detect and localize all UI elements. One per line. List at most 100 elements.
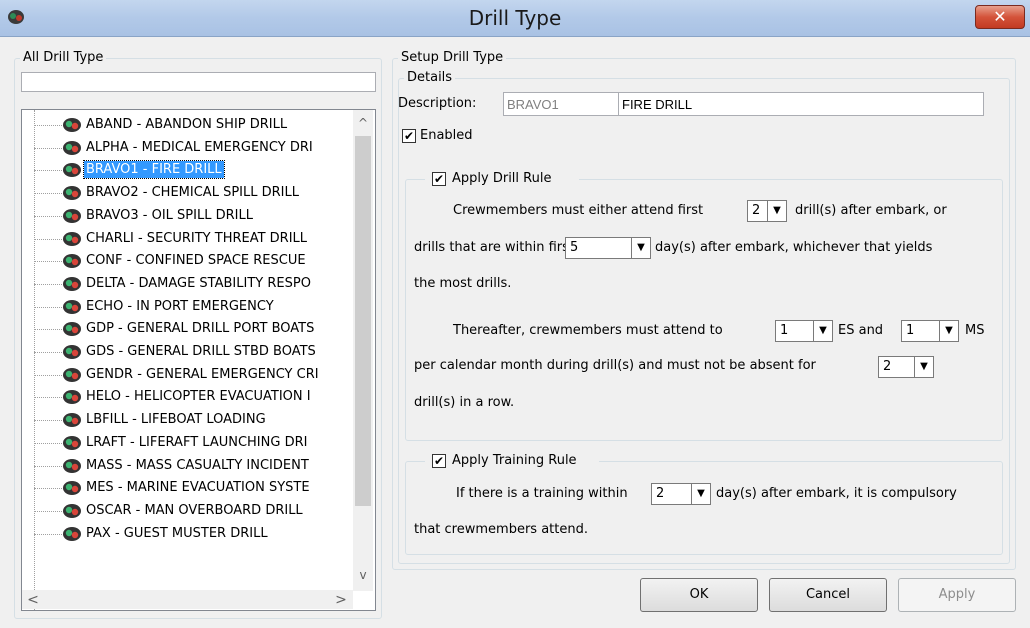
list-item-label: CHARLI - SECURITY THREAT DRILL <box>86 230 308 246</box>
drill-rule-text-6: drill(s) in a row. <box>414 395 515 410</box>
list-item-label: MASS - MASS CASUALTY INCIDENT <box>86 457 309 473</box>
list-item-label: PAX - GUEST MUSTER DRILL <box>86 525 268 541</box>
drill-icon <box>63 140 81 155</box>
list-item[interactable]: CHARLI - SECURITY THREAT DRILL <box>22 228 352 250</box>
drill-rule-text-5: per calendar month during drill(s) and m… <box>414 358 816 373</box>
list-item[interactable]: BRAVO1 - FIRE DRILL <box>22 159 352 181</box>
tree-connector <box>34 329 64 331</box>
list-item[interactable]: CONF - CONFINED SPACE RESCUE <box>22 250 352 272</box>
training-rule-text-1b: day(s) after embark, it is compulsory <box>716 486 957 501</box>
list-item[interactable]: ALPHA - MEDICAL EMERGENCY DRI <box>22 137 352 159</box>
drill-icon <box>63 208 81 223</box>
all-drill-type-label: All Drill Type <box>20 51 107 65</box>
drill-icon <box>63 163 81 178</box>
list-item-label: HELO - HELICOPTER EVACUATION I <box>86 389 311 405</box>
scroll-left-arrow[interactable]: < <box>26 592 40 608</box>
list-item[interactable]: ABAND - ABANDON SHIP DRILL <box>22 114 352 136</box>
drill-icon <box>63 254 81 269</box>
drill-icon <box>63 118 81 132</box>
es-label: ES and <box>838 323 884 338</box>
list-item[interactable]: DELTA - DAMAGE STABILITY RESPO <box>22 273 352 295</box>
training-days-value: 2 <box>656 486 665 501</box>
vertical-scroll-thumb[interactable] <box>355 136 371 506</box>
scroll-down-arrow[interactable]: v <box>355 568 371 582</box>
chevron-down-icon: ▼ <box>914 357 933 377</box>
tree-connector <box>34 442 64 444</box>
list-item[interactable]: BRAVO2 - CHEMICAL SPILL DRILL <box>22 182 352 204</box>
tree-connector <box>34 374 64 376</box>
list-item-label: LRAFT - LIFERAFT LAUNCHING DRI <box>86 434 308 450</box>
tree-connector <box>34 352 64 353</box>
drill-rule-text-2a: drills that are within first <box>414 240 574 255</box>
tree-connector <box>34 147 64 149</box>
chevron-down-icon: ▼ <box>813 321 832 341</box>
drill-icon <box>63 345 81 359</box>
tree-connector <box>34 420 64 422</box>
apply-drill-rule-checkbox[interactable]: ✔ <box>432 172 446 186</box>
first-drills-select[interactable]: 2 ▼ <box>747 200 787 222</box>
absent-select[interactable]: 2 ▼ <box>878 356 934 378</box>
enabled-label: Enabled <box>420 128 473 143</box>
absent-value: 2 <box>883 359 892 374</box>
tree-connector <box>34 533 64 535</box>
scroll-right-arrow[interactable]: > <box>334 592 348 608</box>
list-item-label: BRAVO1 - FIRE DRILL <box>83 160 225 180</box>
list-item[interactable]: MASS - MASS CASUALTY INCIDENT <box>22 455 352 477</box>
close-button[interactable]: ✕ <box>975 5 1025 29</box>
enabled-checkbox[interactable]: ✔ <box>402 129 416 143</box>
chevron-down-icon: ▼ <box>767 201 786 221</box>
drill-type-list[interactable]: ABAND - ABANDON SHIP DRILL ALPHA - MEDICA… <box>21 109 376 611</box>
list-item-label: ALPHA - MEDICAL EMERGENCY DRI <box>86 139 313 155</box>
drill-icon <box>63 503 81 518</box>
list-item[interactable]: ECHO - IN PORT EMERGENCY <box>22 296 352 318</box>
drill-icon <box>63 367 81 382</box>
first-drills-value: 2 <box>752 203 761 218</box>
apply-button[interactable]: Apply <box>898 578 1016 612</box>
drill-icon <box>63 413 81 428</box>
list-item-label: GDP - GENERAL DRILL PORT BOATS <box>86 321 315 337</box>
scroll-up-arrow[interactable]: ^ <box>355 116 371 130</box>
description-field[interactable] <box>618 92 984 116</box>
chevron-down-icon: ▼ <box>691 484 710 504</box>
ms-value: 1 <box>906 323 915 338</box>
first-days-select[interactable]: 5 ▼ <box>565 237 651 259</box>
list-item[interactable]: GDS - GENERAL DRILL STBD BOATS <box>22 341 352 363</box>
list-item[interactable]: GENDR - GENERAL EMERGENCY CRI <box>22 364 352 386</box>
ms-select[interactable]: 1 ▼ <box>901 320 959 342</box>
list-item[interactable]: LRAFT - LIFERAFT LAUNCHING DRI <box>22 432 352 454</box>
horizontal-scrollbar[interactable] <box>22 590 353 609</box>
list-item[interactable]: BRAVO3 - OIL SPILL DRILL <box>22 205 352 227</box>
tree-connector <box>34 193 64 195</box>
chevron-down-icon: ▼ <box>631 238 650 258</box>
search-input[interactable] <box>21 72 376 92</box>
training-days-select[interactable]: 2 ▼ <box>651 483 711 505</box>
list-item-label: DELTA - DAMAGE STABILITY RESPO <box>86 275 311 291</box>
tree-connector <box>34 238 64 240</box>
es-value: 1 <box>780 323 789 338</box>
apply-training-rule-checkbox[interactable]: ✔ <box>432 454 446 468</box>
cancel-button[interactable]: Cancel <box>769 578 887 612</box>
list-item[interactable]: OSCAR - MAN OVERBOARD DRILL <box>22 500 352 522</box>
drill-icon <box>63 299 81 314</box>
tree-connector <box>34 125 64 126</box>
tree-connector <box>34 488 64 490</box>
list-item-label: LBFILL - LIFEBOAT LOADING <box>86 412 266 428</box>
list-item[interactable]: PAX - GUEST MUSTER DRILL <box>22 523 352 545</box>
ok-button[interactable]: OK <box>640 578 758 612</box>
drill-icon <box>63 390 81 405</box>
list-item-label: ECHO - IN PORT EMERGENCY <box>86 298 274 314</box>
list-item[interactable]: GDP - GENERAL DRILL PORT BOATS <box>22 318 352 340</box>
list-item[interactable]: MES - MARINE EVACUATION SYSTE <box>22 477 352 499</box>
code-field <box>503 92 619 116</box>
list-item-label: OSCAR - MAN OVERBOARD DRILL <box>86 502 303 518</box>
es-select[interactable]: 1 ▼ <box>775 320 833 342</box>
tree-connector <box>34 283 64 285</box>
tree-connector <box>34 261 64 263</box>
list-item[interactable]: HELO - HELICOPTER EVACUATION I <box>22 386 352 408</box>
drill-icon <box>63 435 81 450</box>
tree-connector <box>34 397 64 399</box>
drill-icon <box>63 276 81 291</box>
training-rule-text-2: that crewmembers attend. <box>414 522 588 537</box>
list-item-label: GENDR - GENERAL EMERGENCY CRI <box>86 366 319 382</box>
list-item[interactable]: LBFILL - LIFEBOAT LOADING <box>22 409 352 431</box>
